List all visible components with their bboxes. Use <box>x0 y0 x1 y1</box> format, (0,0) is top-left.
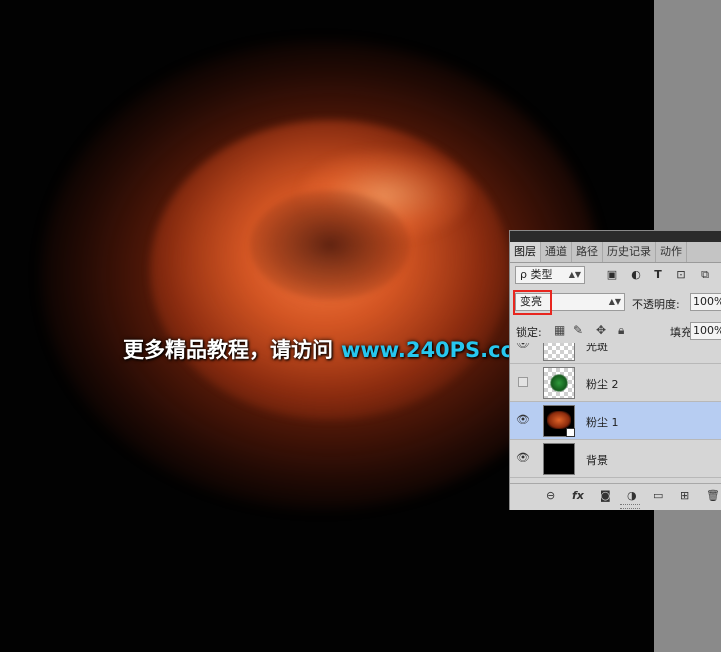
layer-name: 粉尘 1 <box>586 416 619 429</box>
dust-cloud-core <box>150 120 510 420</box>
layer-thumbnail <box>543 443 575 475</box>
adjustment-icon[interactable]: ◑ <box>627 489 637 502</box>
dust-cloud-shadow <box>250 190 410 300</box>
blend-mode-highlight-box <box>513 290 552 315</box>
thumbnail-green-dust <box>550 374 568 392</box>
layer-row-dust-1[interactable]: 👁︎ 粉尘 1 <box>510 402 721 440</box>
chevron-updown-icon: ▲▼ <box>568 270 581 279</box>
link-icon[interactable]: ⊖ <box>546 489 555 502</box>
panel-title-bar[interactable] <box>510 231 721 242</box>
resize-grip[interactable] <box>620 504 640 509</box>
opacity-label: 不透明度: <box>632 298 680 311</box>
chevron-updown-icon: ▲▼ <box>608 297 621 306</box>
thumbnail-orange-dust <box>547 411 571 429</box>
watermark-text: 更多精品教程，请访问 <box>123 338 333 362</box>
layer-thumbnail <box>543 343 575 361</box>
layers-list: 👁︎ 光斑 粉尘 2 👁︎ 粉尘 1 👁︎ 背景 <box>510 343 721 483</box>
panel-footer: ⊖ fx ◙ ◑ ▭ ⊞ 🗑︎ <box>510 483 721 510</box>
panel-tabs: 图层 通道 路径 历史记录 动作 <box>510 242 721 263</box>
eye-icon[interactable]: 👁︎ <box>515 412 531 428</box>
tab-paths[interactable]: 路径 <box>572 242 603 262</box>
search-icon: ρ <box>520 268 527 281</box>
smart-object-filter-icon[interactable]: ⧉ <box>698 268 712 282</box>
tab-actions[interactable]: 动作 <box>656 242 687 262</box>
fill-input[interactable]: 100% <box>690 322 721 340</box>
layer-thumbnail <box>543 367 575 399</box>
new-layer-icon[interactable]: ⊞ <box>680 489 689 502</box>
eye-icon[interactable]: 👁︎ <box>515 343 531 352</box>
dust-cloud-highlight <box>300 150 470 240</box>
trash-icon[interactable]: 🗑︎ <box>706 489 720 502</box>
watermark: 更多精品教程，请访问 www.240PS.com <box>123 334 537 364</box>
opacity-input[interactable]: 100% <box>690 293 721 311</box>
lock-all-icon[interactable]: 🔒︎ <box>618 323 624 338</box>
eye-icon[interactable]: 👁︎ <box>515 450 531 466</box>
adjustment-filter-icon[interactable]: ◐ <box>629 268 643 282</box>
layer-row-light-spots[interactable]: 👁︎ 光斑 <box>510 343 721 364</box>
smart-object-badge-icon <box>566 428 575 437</box>
image-filter-icon[interactable]: ▣ <box>605 268 619 282</box>
layer-row-dust-2[interactable]: 粉尘 2 <box>510 364 721 402</box>
tab-layers[interactable]: 图层 <box>510 242 541 262</box>
lock-transparency-icon[interactable]: ▦ <box>554 323 565 337</box>
blend-row: 变亮 ▲▼ 不透明度: 100% <box>510 289 721 315</box>
lock-label: 锁定: <box>516 326 542 339</box>
shape-filter-icon[interactable]: ⊡ <box>674 268 688 282</box>
tab-history[interactable]: 历史记录 <box>603 242 656 262</box>
lock-row: 锁定: ▦ ✎ ✥ 🔒︎ 填充: 100% <box>510 319 721 343</box>
folder-icon[interactable]: ▭ <box>653 489 663 502</box>
layers-panel: 图层 通道 路径 历史记录 动作 ρ 类型 ▲▼ ▣ ◐ T ⊡ ⧉ 变亮 ▲▼… <box>509 230 721 510</box>
mask-icon[interactable]: ◙ <box>600 489 611 502</box>
layer-filter-row: ρ 类型 ▲▼ ▣ ◐ T ⊡ ⧉ <box>510 263 721 287</box>
layer-name: 粉尘 2 <box>586 378 619 391</box>
lock-position-move-icon[interactable]: ✥ <box>596 323 606 337</box>
layer-row-background[interactable]: 👁︎ 背景 <box>510 440 721 478</box>
visibility-toggle-off[interactable] <box>518 377 528 387</box>
layer-name: 背景 <box>586 454 608 467</box>
lock-pixels-brush-icon[interactable]: ✎ <box>573 323 583 337</box>
watermark-url: www.240PS.com <box>341 338 537 362</box>
filter-type-label: 类型 <box>530 268 553 281</box>
type-filter-icon[interactable]: T <box>651 268 665 282</box>
tab-channels[interactable]: 通道 <box>541 242 572 262</box>
filter-type-select[interactable]: ρ 类型 ▲▼ <box>515 266 585 284</box>
fx-icon[interactable]: fx <box>572 489 584 502</box>
layer-name: 光斑 <box>586 343 608 353</box>
